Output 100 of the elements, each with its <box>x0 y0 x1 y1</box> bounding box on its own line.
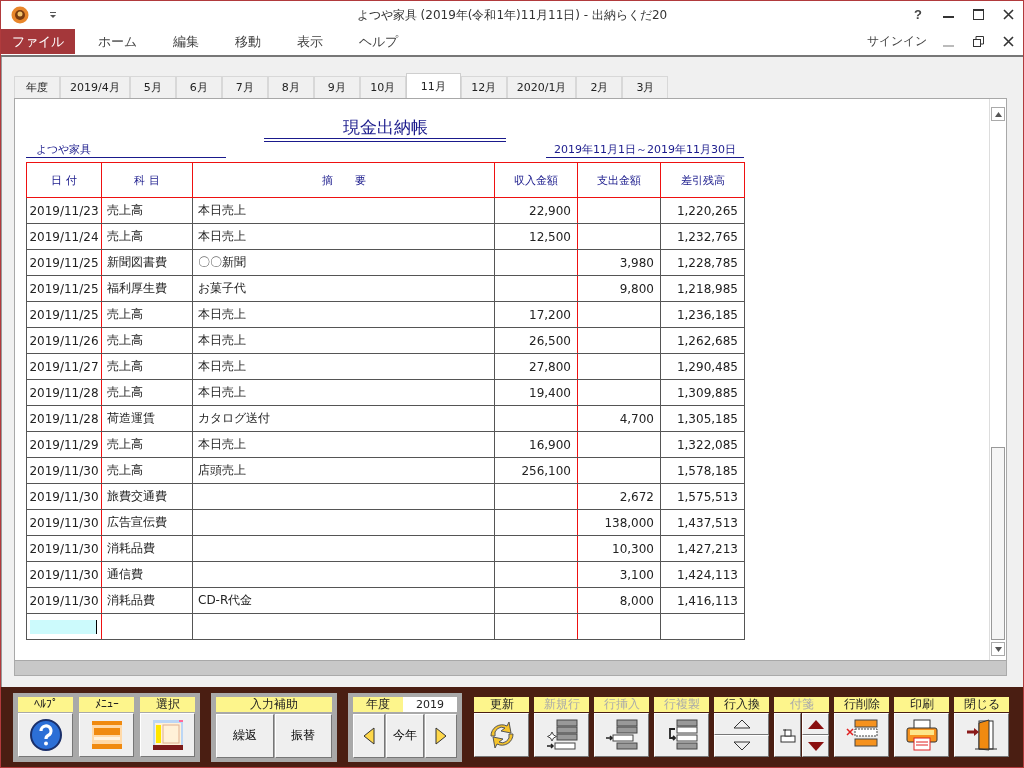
month-tab[interactable]: 11月 <box>405 73 461 98</box>
table-cell: 16,900 <box>494 431 578 458</box>
table-cell: 1,424,113 <box>660 561 745 588</box>
table-cell: 売上高 <box>101 431 193 458</box>
vertical-scrollbar[interactable] <box>989 99 1006 660</box>
sign-in-link[interactable]: サインイン <box>867 33 927 50</box>
column-header: 日 付 <box>26 162 102 198</box>
column-header: 差引残高 <box>660 162 745 198</box>
button-label: 新規行 <box>534 697 589 712</box>
table-cell: 3,980 <box>577 249 661 276</box>
up-triangle-icon <box>732 719 751 729</box>
table-cell: 1,575,513 <box>660 483 745 510</box>
table-cell: 本日売上 <box>192 379 495 406</box>
table-cell: 1,232,765 <box>660 223 745 250</box>
menu-item[interactable]: ホーム <box>81 29 154 54</box>
month-tab[interactable]: 5月 <box>129 76 176 98</box>
table-cell: 旅費交通費 <box>101 483 193 510</box>
table-cell: 1,305,185 <box>660 405 745 432</box>
previous-button[interactable] <box>353 713 385 758</box>
dropdown-icon[interactable] <box>49 10 57 19</box>
table-cell: 2019/11/26 <box>26 327 102 354</box>
table-cell: 売上高 <box>101 327 193 354</box>
toolbar-button[interactable] <box>140 712 195 757</box>
table-cell: 2019/11/30 <box>26 587 102 614</box>
button-label: ﾒﾆｭｰ <box>79 696 134 712</box>
table-cell: 店頭売上 <box>192 457 495 484</box>
previous-button[interactable] <box>802 713 829 735</box>
date-range: 2019年11月1日～2019年11月30日 <box>546 143 744 158</box>
table-cell: 8,000 <box>577 587 661 614</box>
restore-icon <box>972 36 984 47</box>
table-cell: 9,800 <box>577 275 661 302</box>
month-tab[interactable]: 7月 <box>221 76 268 98</box>
table-cell: 1,218,985 <box>660 275 745 302</box>
menu-item[interactable]: ヘルプ <box>342 29 415 54</box>
exit-door-icon <box>964 718 999 752</box>
month-tab[interactable]: 2020/1月 <box>506 76 577 98</box>
month-tab[interactable]: 2019/4月 <box>60 76 130 98</box>
month-tab[interactable]: 年度 <box>14 76 60 98</box>
month-tab[interactable]: 8月 <box>267 76 314 98</box>
toolbar-button[interactable] <box>954 713 1009 757</box>
month-tab[interactable]: 12月 <box>460 76 507 98</box>
table-cell: 2019/11/28 <box>26 405 102 432</box>
month-tab[interactable]: 9月 <box>313 76 360 98</box>
window-title: よつや家具 (2019年(令和1年)11月11日) - 出納らくだ20 <box>356 8 668 22</box>
table-cell: 1,228,785 <box>660 249 745 276</box>
toolbar-button[interactable] <box>18 712 73 757</box>
table-cell: 売上高 <box>101 353 193 380</box>
table-cell: 10,300 <box>577 535 661 562</box>
this-year-button[interactable]: 今年 <box>386 713 424 758</box>
horizontal-scrollbar[interactable] <box>14 661 1007 676</box>
button-label: ﾍﾙﾌﾟ <box>18 696 73 712</box>
minimize-icon <box>942 44 954 47</box>
table-cell: 1,427,213 <box>660 535 745 562</box>
menu-item[interactable]: 表示 <box>280 29 340 54</box>
table-cell: 〇〇新聞 <box>192 249 495 276</box>
menu-item[interactable]: ファイル <box>1 29 75 54</box>
scroll-down-icon[interactable] <box>994 646 1002 652</box>
table-cell: 2019/11/24 <box>26 223 102 250</box>
month-tab[interactable]: 2月 <box>576 76 623 98</box>
button-label: 入力補助 <box>216 696 332 712</box>
sticky-note-button[interactable] <box>774 713 801 757</box>
table-cell: お菓子代 <box>192 275 495 302</box>
next-button[interactable] <box>802 735 829 757</box>
month-tab[interactable]: 10月 <box>359 76 406 98</box>
help-button[interactable]: ? <box>903 2 933 27</box>
date-input-field[interactable] <box>30 619 97 634</box>
close-icon <box>1002 36 1014 47</box>
table-cell: カタログ送付 <box>192 405 495 432</box>
table-cell: 17,200 <box>494 301 578 328</box>
table-cell: 4,700 <box>577 405 661 432</box>
table-cell: 本日売上 <box>192 197 495 224</box>
maximize-icon <box>972 9 984 20</box>
toolbar-button[interactable]: 繰返 <box>216 713 274 758</box>
table-cell: 1,236,185 <box>660 301 745 328</box>
button-label: 付箋 <box>774 697 829 712</box>
company-name: よつや家具 <box>26 143 226 158</box>
app-icon <box>11 5 29 24</box>
month-tab[interactable]: 6月 <box>175 76 222 98</box>
menu-item[interactable]: 編集 <box>156 29 216 54</box>
left-triangle-icon <box>363 726 375 745</box>
new-row-icon <box>544 718 579 752</box>
table-cell: 本日売上 <box>192 353 495 380</box>
table-cell: 2019/11/30 <box>26 535 102 562</box>
column-header: 科 目 <box>101 162 193 198</box>
column-header: 支出金額 <box>577 162 661 198</box>
table-cell: 2019/11/25 <box>26 249 102 276</box>
minimize-icon <box>942 15 954 18</box>
down-triangle-icon <box>807 741 824 751</box>
menu-item[interactable]: 移動 <box>218 29 278 54</box>
table-cell: 1,437,513 <box>660 509 745 536</box>
month-tab[interactable]: 3月 <box>622 76 669 98</box>
scroll-thumb[interactable] <box>991 447 1005 640</box>
move-down-button[interactable] <box>714 735 769 757</box>
scroll-up-icon[interactable] <box>994 111 1002 117</box>
toolbar-button[interactable]: 振替 <box>274 713 332 758</box>
move-up-button[interactable] <box>714 713 769 735</box>
table-cell: 本日売上 <box>192 301 495 328</box>
table-cell: 消耗品費 <box>101 535 193 562</box>
table-cell: 27,800 <box>494 353 578 380</box>
next-button[interactable] <box>425 713 457 758</box>
